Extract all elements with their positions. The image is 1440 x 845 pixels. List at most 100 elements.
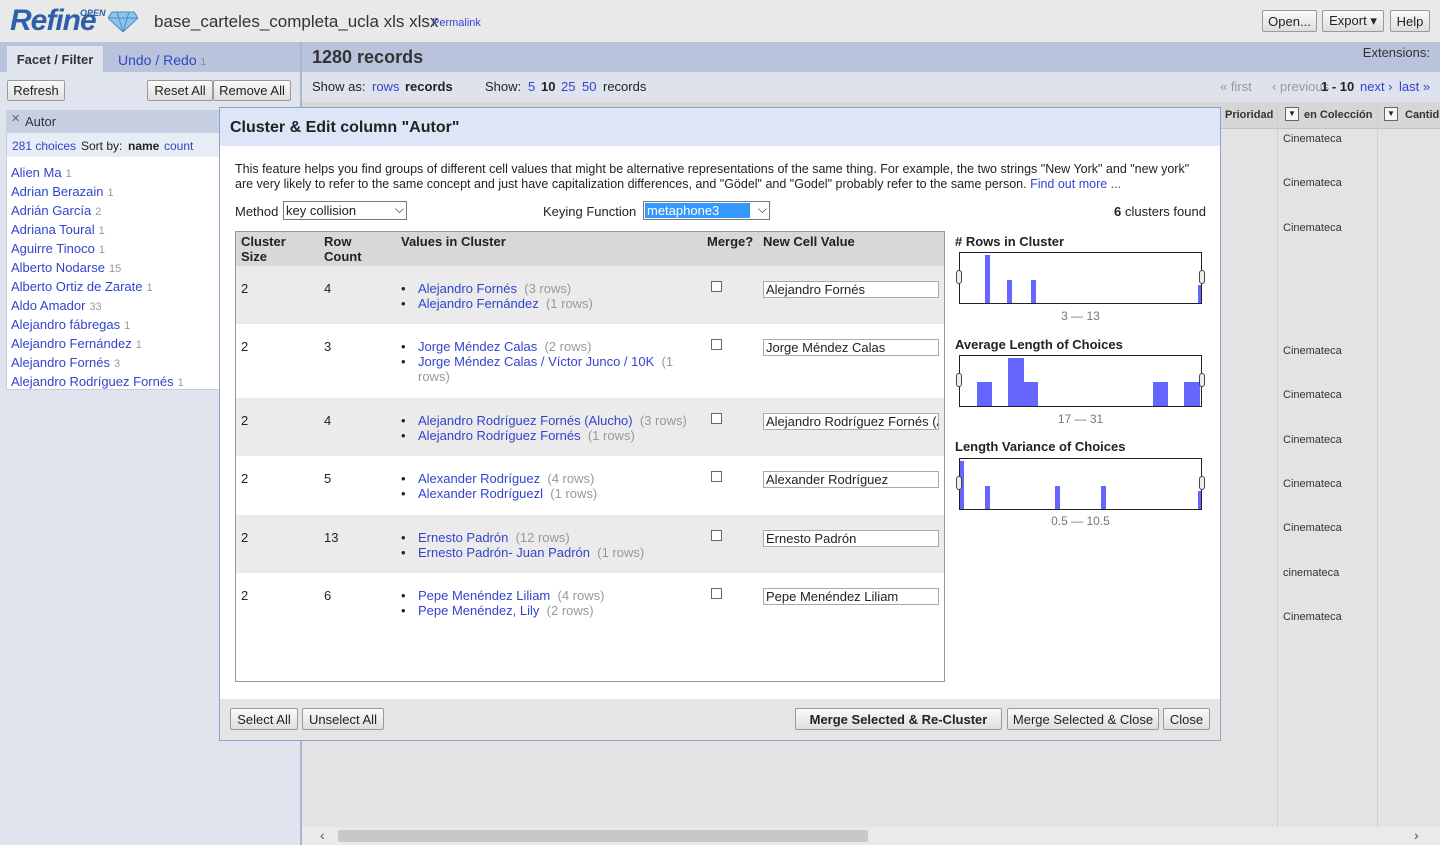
export-button[interactable]: Export ▾ <box>1322 10 1384 32</box>
page-size-50[interactable]: 50 <box>582 79 596 94</box>
row-count: 6 <box>324 588 332 603</box>
tab-undo-redo[interactable]: Undo / Redo 1 <box>118 52 206 68</box>
coleccion-cell[interactable]: Cinemateca <box>1283 133 1342 145</box>
range-handle-left[interactable] <box>956 476 962 490</box>
merge-checkbox[interactable] <box>711 281 722 292</box>
coleccion-cell[interactable]: Cinemateca <box>1283 478 1342 490</box>
sort-by-name[interactable]: name <box>128 139 159 153</box>
open-button[interactable]: Open... <box>1262 10 1317 32</box>
facet-choice-count: 1 <box>98 225 105 237</box>
column-header-cantidad[interactable]: Cantid <box>1405 109 1439 121</box>
remove-all-button[interactable]: Remove All <box>213 80 291 101</box>
bullet-icon: • <box>401 471 406 486</box>
new-cell-value-input[interactable]: Pepe Menéndez Liliam <box>763 588 939 605</box>
cluster-value-link[interactable]: Alejandro Rodríguez Fornés (Alucho) <box>418 413 633 428</box>
close-icon[interactable]: ✕ <box>11 112 20 125</box>
unselect-all-button[interactable]: Unselect All <box>302 708 384 730</box>
bullet-icon: • <box>401 339 406 354</box>
coleccion-cell[interactable]: Cinemateca <box>1283 611 1342 623</box>
keying-function-select[interactable]: metaphone3 ⌵ <box>643 201 770 220</box>
help-button[interactable]: Help <box>1390 10 1430 32</box>
histogram-chart[interactable] <box>956 355 1205 407</box>
cluster-value-link[interactable]: Alejandro Rodríguez Fornés <box>418 428 581 443</box>
close-button[interactable]: Close <box>1163 708 1210 730</box>
merge-checkbox[interactable] <box>711 471 722 482</box>
header-values-in-cluster: Values in Cluster <box>401 234 506 249</box>
coleccion-cell[interactable]: Cinemateca <box>1283 389 1342 401</box>
view-bar: Show as: rows records Show: 5 10 25 50 r… <box>302 72 1440 102</box>
cluster-value-link[interactable]: Ernesto Padrón- Juan Padrón <box>418 545 590 560</box>
merge-recluster-button[interactable]: Merge Selected & Re-Cluster <box>795 708 1002 730</box>
page-size-25[interactable]: 25 <box>561 79 575 94</box>
records-count: 1280 records <box>312 47 424 67</box>
select-all-button[interactable]: Select All <box>230 708 298 730</box>
cluster-value-link[interactable]: Alexander Rodríguez <box>418 471 540 486</box>
column-header-en-coleccion[interactable]: en Colección <box>1304 109 1372 121</box>
new-cell-value-input[interactable]: Alejandro Fornés <box>763 281 939 298</box>
sort-by-count[interactable]: count <box>164 139 193 153</box>
cluster-value-link[interactable]: Pepe Menéndez, Lily <box>418 603 539 618</box>
column-menu-icon[interactable]: ▼ <box>1285 107 1299 121</box>
histogram-chart[interactable] <box>956 252 1205 304</box>
range-handle-left[interactable] <box>956 270 962 284</box>
pager-next[interactable]: next › <box>1360 79 1393 94</box>
histogram-chart[interactable] <box>956 458 1205 510</box>
cluster-value-link[interactable]: Alejandro Fernández <box>418 296 539 311</box>
coleccion-cell[interactable]: Cinemateca <box>1283 345 1342 357</box>
coleccion-cell[interactable]: Cinemateca <box>1283 434 1342 446</box>
find-out-more-link[interactable]: Find out more ... <box>1030 177 1121 191</box>
merge-checkbox[interactable] <box>711 530 722 541</box>
dialog-header[interactable]: Cluster & Edit column "Autor" <box>220 108 1220 146</box>
cluster-value-link[interactable]: Alexander Rodríguezl <box>418 486 543 501</box>
show-as-rows[interactable]: rows <box>372 79 399 94</box>
cluster-value-link[interactable]: Alejandro Fornés <box>418 281 517 296</box>
scroll-right-icon[interactable]: › <box>1414 827 1419 843</box>
cluster-value-link[interactable]: Ernesto Padrón <box>418 530 508 545</box>
page-size-10[interactable]: 10 <box>541 79 555 94</box>
page-size-5[interactable]: 5 <box>528 79 535 94</box>
cluster-value-link[interactable]: Jorge Méndez Calas <box>418 339 537 354</box>
range-handle-right[interactable] <box>1199 476 1205 490</box>
new-cell-value-input[interactable]: Jorge Méndez Calas <box>763 339 939 356</box>
range-handle-right[interactable] <box>1199 270 1205 284</box>
facet-choices-count[interactable]: 281 choices <box>12 139 76 153</box>
method-select[interactable]: key collision ⌵ <box>283 201 407 220</box>
pager-last[interactable]: last » <box>1399 79 1430 94</box>
merge-checkbox[interactable] <box>711 413 722 424</box>
merge-checkbox[interactable] <box>711 588 722 599</box>
range-handle-right[interactable] <box>1199 373 1205 387</box>
merge-checkbox[interactable] <box>711 339 722 350</box>
cluster-value-link[interactable]: Jorge Méndez Calas / Víctor Junco / 10K <box>418 354 654 369</box>
new-cell-value-input[interactable]: Ernesto Padrón <box>763 530 939 547</box>
permalink-link[interactable]: Permalink <box>432 17 481 29</box>
coleccion-cell[interactable]: Cinemateca <box>1283 177 1342 189</box>
cluster-value-rows: (12 rows) <box>515 530 570 545</box>
histogram-bar <box>985 255 990 303</box>
range-handle-left[interactable] <box>956 373 962 387</box>
refresh-button[interactable]: Refresh <box>7 80 65 101</box>
new-cell-value-input[interactable]: Alexander Rodríguez <box>763 471 939 488</box>
cluster-value-link[interactable]: Pepe Menéndez Liliam <box>418 588 550 603</box>
reset-all-button[interactable]: Reset All <box>147 80 213 101</box>
coleccion-cell[interactable]: Cinemateca <box>1283 222 1342 234</box>
horizontal-scrollbar[interactable]: ‹ › <box>302 827 1440 845</box>
scroll-left-icon[interactable]: ‹ <box>320 827 325 843</box>
cluster-value-rows: (1 rows) <box>587 428 635 443</box>
column-header-prioridad[interactable]: Prioridad <box>1225 109 1273 121</box>
column-menu-icon[interactable]: ▼ <box>1384 107 1398 121</box>
cluster-value-item: • Alexander Rodríguez (4 rows) <box>401 471 691 486</box>
pager-first[interactable]: « first <box>1220 79 1252 94</box>
tab-facet-filter[interactable]: Facet / Filter <box>7 46 103 72</box>
show-as-records[interactable]: records <box>405 79 453 94</box>
facet-choice-name: Alejandro fábregas <box>11 317 121 332</box>
tab-undo-count: 1 <box>200 57 207 68</box>
facet-choice-name: Adrián García <box>11 203 92 218</box>
scroll-thumb[interactable] <box>338 830 868 842</box>
cluster-table: Cluster Size Row Count Values in Cluster… <box>235 231 945 682</box>
new-cell-value-input[interactable]: Alejandro Rodríguez Fornés (Alucho) <box>763 413 939 430</box>
cluster-table-header: Cluster Size Row Count Values in Cluster… <box>236 232 944 266</box>
project-title[interactable]: base_carteles_completa_ucla xls xlsx <box>154 12 438 32</box>
coleccion-cell[interactable]: cinemateca <box>1283 567 1339 579</box>
coleccion-cell[interactable]: Cinemateca <box>1283 522 1342 534</box>
merge-close-button[interactable]: Merge Selected & Close <box>1007 708 1159 730</box>
